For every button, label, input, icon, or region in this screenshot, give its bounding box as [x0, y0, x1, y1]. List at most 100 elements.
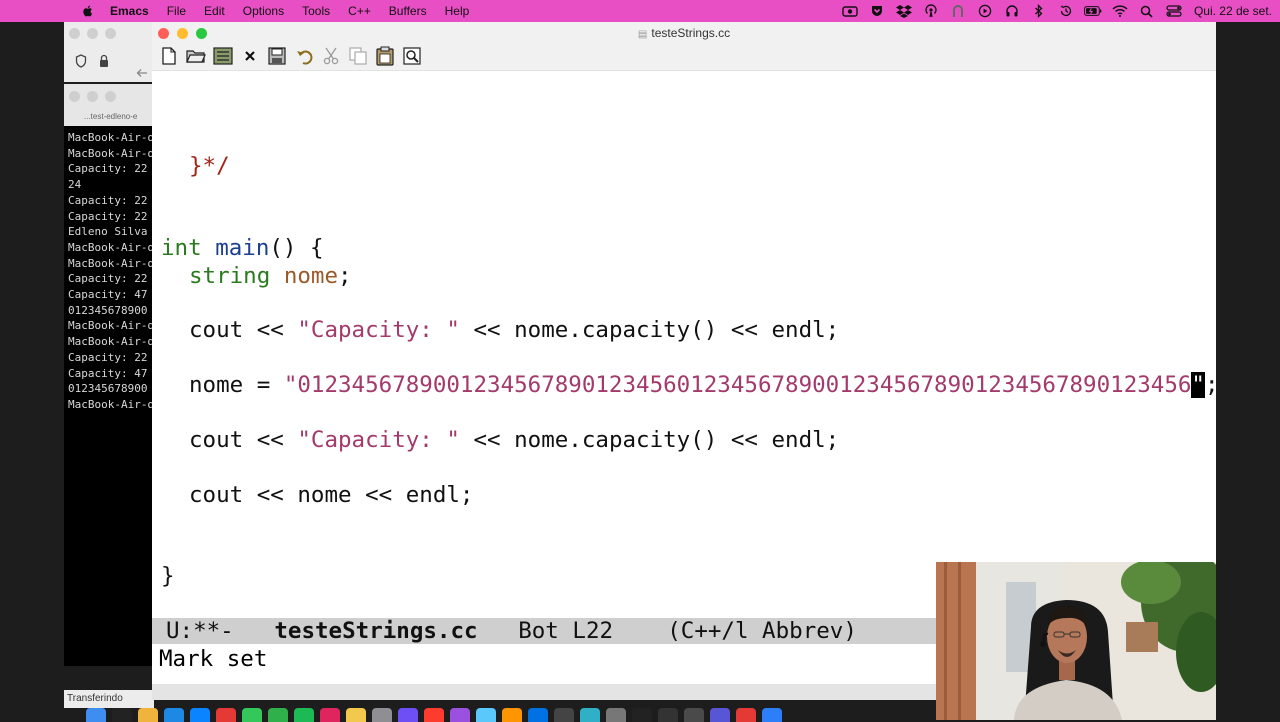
time-machine-icon[interactable]	[1057, 4, 1075, 18]
string-token: "Capacity: "	[297, 427, 460, 453]
cut-icon[interactable]	[320, 45, 341, 66]
menu-app-emacs[interactable]: Emacs	[110, 4, 149, 18]
play-icon[interactable]	[976, 4, 994, 18]
document-icon: ▤	[637, 29, 648, 40]
code-token: ;	[1205, 372, 1216, 398]
undo-icon[interactable]	[293, 45, 314, 66]
keyword-token: int	[161, 235, 202, 261]
code-line-declaration: string nome;	[189, 263, 352, 289]
menu-bar: Emacs File Edit Options Tools C++ Buffer…	[0, 0, 1280, 22]
string-token: "012345678900123456789012345601234567890…	[283, 372, 1192, 398]
copy-icon[interactable]	[347, 45, 368, 66]
modeline-buffer-name[interactable]: testeStrings.cc	[274, 618, 477, 644]
terminal-line: Edleno Silva	[68, 225, 148, 239]
save-icon[interactable]	[266, 45, 287, 66]
code-token: cout <<	[189, 427, 298, 453]
menubar-clock[interactable]: Qui. 22 de set.	[1194, 4, 1272, 18]
search-icon[interactable]	[1138, 4, 1156, 18]
modeline-status: U:**-	[166, 618, 234, 644]
shield-icon	[75, 54, 87, 68]
terminal-line: Capacity: 22	[68, 193, 148, 207]
terminal-line: Capacity: 47	[68, 366, 148, 380]
code-token: () {	[269, 235, 324, 261]
menu-tools[interactable]: Tools	[302, 4, 330, 18]
code-line-cout-capacity-1: cout << "Capacity: " << nome.capacity() …	[189, 317, 839, 343]
code-token: }	[161, 563, 175, 589]
dropbox-icon[interactable]	[895, 4, 913, 18]
terminal-line: Capacity: 22	[68, 162, 148, 176]
new-file-icon[interactable]	[158, 45, 179, 66]
search-icon[interactable]	[401, 45, 422, 66]
webcam-overlay	[936, 562, 1216, 720]
grammarly-icon[interactable]	[949, 4, 967, 18]
minibuffer-message: Mark set	[159, 646, 268, 672]
headphones-icon[interactable]	[1003, 4, 1021, 18]
window-title-text: testeStrings.cc	[651, 26, 731, 40]
terminal-titlebar: ...test-edleno-e	[64, 84, 160, 126]
terminal-line: Capacity: 22	[68, 209, 148, 223]
control-center-icon[interactable]	[1165, 4, 1183, 18]
code-line-cout-nome: cout << nome << endl;	[189, 482, 473, 508]
back-arrow-icon[interactable]	[136, 68, 148, 78]
code-token: << nome.capacity() << endl;	[459, 317, 840, 343]
function-name-token: main	[215, 235, 270, 261]
menu-buffers[interactable]: Buffers	[389, 4, 427, 18]
terminal-line: Capacity: 22	[68, 350, 148, 364]
transfer-status-label: Transferindo	[64, 690, 154, 708]
terminal-line: Capacity: 22	[68, 272, 148, 286]
variable-token: nome	[283, 263, 339, 289]
code-token: nome =	[189, 372, 284, 398]
terminal-line: Capacity: 47	[68, 288, 148, 302]
apple-icon[interactable]	[80, 4, 96, 18]
background-browser-window[interactable]	[64, 22, 160, 82]
terminal-line: MacBook-Air-d	[68, 319, 155, 333]
terminal-line: MacBook-Air-d	[68, 146, 155, 160]
terminal-line: MacBook-Air-d	[68, 397, 155, 411]
menu-help[interactable]: Help	[445, 4, 470, 18]
menu-edit[interactable]: Edit	[204, 4, 225, 18]
terminal-title: ...test-edleno-e	[84, 112, 138, 121]
terminal-line: 012345678900	[68, 382, 148, 396]
emacs-titlebar[interactable]: ▤ testeStrings.cc	[152, 22, 1216, 71]
open-folder-icon[interactable]	[185, 45, 206, 66]
code-line-main: int main() {	[161, 235, 324, 261]
status-area: Qui. 22 de set.	[841, 0, 1280, 22]
wifi-icon[interactable]	[1111, 4, 1129, 18]
pocket-icon[interactable]	[868, 4, 886, 18]
terminal-line: MacBook-Air-d	[68, 256, 155, 270]
code-line-close-brace: }	[161, 563, 175, 589]
dock	[80, 708, 946, 722]
menu-options[interactable]: Options	[243, 4, 284, 18]
window-title: ▤ testeStrings.cc	[152, 26, 1216, 40]
bluetooth-icon[interactable]	[1030, 4, 1048, 18]
code-token: ;	[338, 263, 352, 289]
lock-icon	[100, 54, 108, 67]
menu-file[interactable]: File	[167, 4, 186, 18]
emacs-toolbar	[158, 45, 422, 66]
webcam-image	[936, 562, 1216, 720]
terminal-line: 012345678900	[68, 303, 148, 317]
text-cursor: "	[1191, 372, 1205, 398]
window-controls[interactable]	[69, 91, 116, 102]
battery-icon[interactable]	[1084, 4, 1102, 18]
terminal-output: MacBook-Air-d MacBook-Air-d Capacity: 22…	[64, 126, 160, 413]
window-controls[interactable]	[69, 28, 116, 39]
modeline-major-mode[interactable]: (C++/l Abbrev)	[667, 618, 857, 644]
terminal-line: MacBook-Air-d	[68, 131, 155, 144]
background-terminal-window[interactable]: ...test-edleno-e MacBook-Air-d MacBook-A…	[64, 84, 160, 666]
broadcast-icon[interactable]	[922, 4, 940, 18]
menu-cpp[interactable]: C++	[348, 4, 371, 18]
paste-icon[interactable]	[374, 45, 395, 66]
comment-token: }*/	[189, 153, 230, 179]
close-icon[interactable]	[239, 45, 260, 66]
dired-icon[interactable]	[212, 45, 233, 66]
code-line-cout-capacity-2: cout << "Capacity: " << nome.capacity() …	[189, 427, 839, 453]
code-line-comment-end: }*/	[189, 153, 230, 179]
string-token: "Capacity: "	[297, 317, 460, 343]
code-editor[interactable]: }*/ int main() { string nome; cout << "C…	[160, 70, 1216, 616]
terminal-line: MacBook-Air-d	[68, 240, 155, 254]
code-token: << nome.capacity() << endl;	[459, 427, 840, 453]
camera-icon[interactable]	[841, 4, 859, 18]
code-line-assignment: nome = "01234567890012345678901234560123…	[189, 372, 1216, 398]
terminal-line: MacBook-Air-d	[68, 335, 155, 349]
